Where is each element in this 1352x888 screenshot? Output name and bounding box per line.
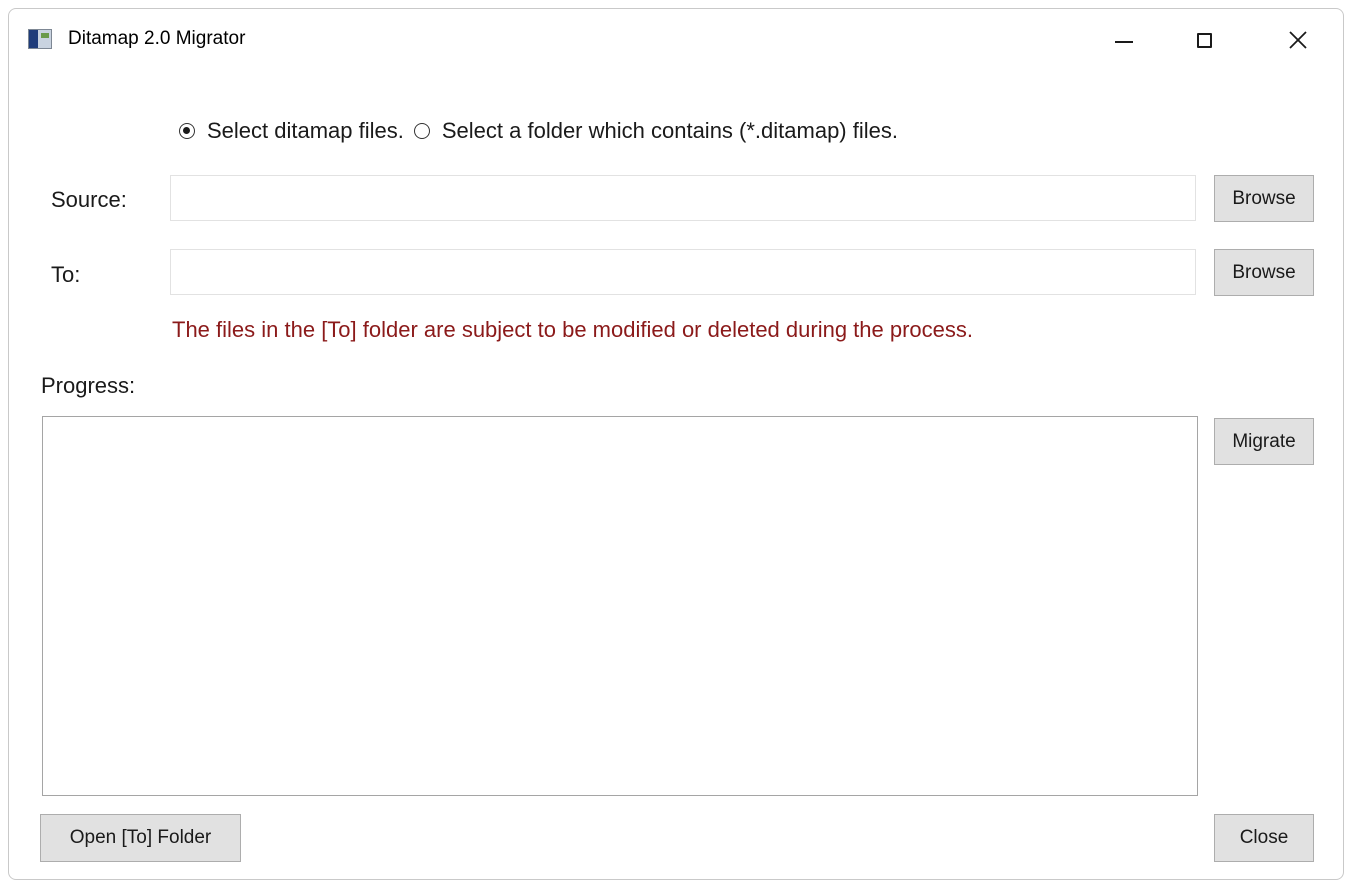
maximize-icon [1196,32,1212,48]
to-browse-button[interactable]: Browse [1214,249,1314,296]
progress-log[interactable] [42,416,1198,796]
to-input[interactable] [170,249,1196,295]
app-icon [28,29,52,49]
close-button[interactable]: Close [1214,814,1314,862]
close-icon [1289,31,1307,49]
radio-select-files[interactable] [179,123,195,139]
open-to-folder-button[interactable]: Open [To] Folder [40,814,241,862]
mode-radio-group: Select ditamap files. Select a folder wh… [179,115,908,147]
warning-text: The files in the [To] folder are subject… [172,317,974,342]
window-title: Ditamap 2.0 Migrator [68,28,246,49]
radio-select-folder[interactable] [413,123,430,139]
close-window-button[interactable] [1258,9,1338,71]
minimize-button[interactable] [1084,9,1164,71]
minimize-icon [1115,41,1133,43]
title-bar[interactable]: Ditamap 2.0 Migrator [9,9,1343,71]
to-label: To: [51,262,81,287]
source-browse-button[interactable]: Browse [1214,175,1314,222]
radio-select-files-label[interactable]: Select ditamap files. [207,118,404,144]
source-input[interactable] [170,175,1196,221]
main-window: Ditamap 2.0 Migrator Select ditamap file… [8,8,1344,880]
progress-label: Progress: [41,373,136,398]
radio-select-folder-label[interactable]: Select a folder which contains (*.ditama… [442,118,898,144]
migrate-button[interactable]: Migrate [1214,418,1314,465]
source-label: Source: [51,187,127,212]
maximize-button[interactable] [1164,9,1244,71]
